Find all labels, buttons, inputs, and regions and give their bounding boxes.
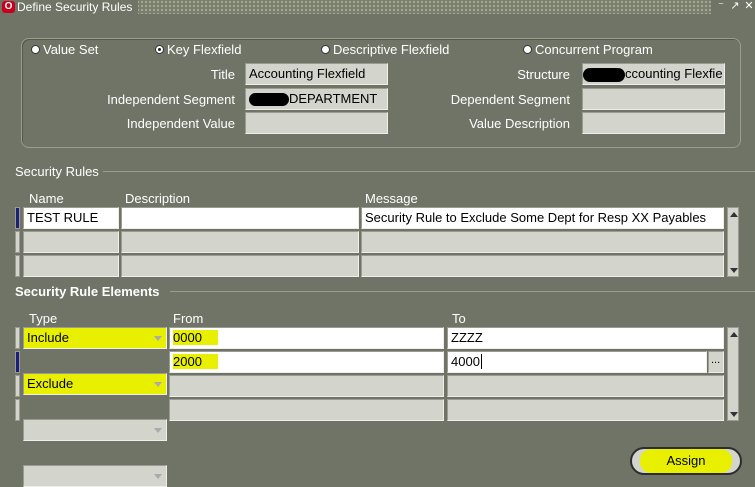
dropdown-arrow-icon[interactable] — [154, 428, 162, 433]
rule-description-field[interactable] — [121, 207, 359, 229]
to-value: 4000 — [451, 354, 480, 369]
rule-name-field[interactable] — [23, 255, 119, 277]
window-title-area: O Define Security Rules — [0, 0, 139, 14]
from-value: 0000 — [173, 330, 218, 345]
independent-segment-value: DEPARTMENT — [289, 91, 378, 106]
rules-scrollbar[interactable] — [727, 207, 739, 277]
from-field[interactable] — [169, 399, 444, 421]
type-value: Include — [27, 330, 69, 345]
structure-field[interactable]: ccounting Flexfie — [582, 63, 725, 85]
from-value: 2000 — [173, 354, 218, 369]
dropdown-arrow-icon[interactable] — [154, 336, 162, 341]
radio-concurrent-program[interactable]: Concurrent Program — [523, 42, 653, 57]
elements-scrollbar[interactable] — [727, 327, 739, 421]
title-field[interactable]: Accounting Flexfield — [245, 63, 388, 85]
minimize-icon[interactable]: ⁻ — [715, 0, 727, 13]
column-header-message: Message — [365, 191, 418, 206]
independent-value-label: Independent Value — [126, 116, 235, 131]
assign-button[interactable]: Assign — [630, 447, 742, 475]
rule-name-field[interactable]: TEST RULE — [23, 207, 119, 229]
security-rules-title: Security Rules — [15, 164, 103, 179]
structure-label: Structure — [517, 67, 570, 82]
radio-descriptive-flexfield[interactable]: Descriptive Flexfield — [321, 42, 449, 57]
from-field[interactable]: 0000 — [169, 327, 444, 349]
type-dropdown[interactable]: Include — [23, 327, 167, 349]
scroll-track[interactable] — [728, 340, 738, 408]
independent-segment-label: Independent Segment — [107, 92, 235, 107]
radio-label: Concurrent Program — [535, 42, 653, 57]
rule-description-field[interactable] — [121, 231, 359, 253]
radio-icon[interactable] — [523, 45, 532, 54]
record-indicator-current[interactable] — [15, 351, 20, 373]
to-field[interactable]: ZZZZ — [447, 327, 724, 349]
radio-value-set[interactable]: Value Set — [31, 42, 98, 57]
radio-label: Key Flexfield — [167, 42, 242, 57]
redacted-mark — [583, 67, 625, 82]
record-indicator[interactable] — [15, 327, 20, 349]
independent-value-field[interactable] — [245, 112, 388, 134]
radio-label: Value Set — [43, 42, 99, 57]
scroll-track[interactable] — [728, 220, 738, 264]
record-indicator[interactable] — [15, 231, 20, 253]
record-indicator[interactable] — [15, 375, 20, 397]
type-value: Exclude — [27, 376, 74, 391]
column-header-from: From — [173, 311, 204, 326]
independent-segment-field[interactable]: DEPARTMENT — [245, 88, 388, 110]
column-header-description: Description — [125, 191, 191, 206]
type-dropdown[interactable] — [23, 465, 167, 487]
column-header-to: To — [452, 311, 466, 326]
section-divider — [170, 291, 755, 292]
radio-selected-icon[interactable] — [155, 45, 164, 54]
dependent-segment-label: Dependent Segment — [450, 92, 570, 107]
oracle-logo-icon: O — [2, 1, 15, 13]
dependent-segment-field[interactable] — [582, 88, 725, 110]
restore-icon[interactable]: ↗ — [729, 0, 741, 13]
rule-elements-title: Security Rule Elements — [15, 284, 164, 299]
record-indicator-current[interactable] — [15, 207, 20, 229]
structure-value: ccounting Flexfie — [625, 66, 723, 81]
record-indicator[interactable] — [15, 399, 20, 421]
assign-label: Assign — [640, 449, 732, 473]
column-header-type: Type — [29, 311, 58, 326]
to-field[interactable] — [447, 375, 724, 397]
text-cursor — [480, 354, 482, 369]
window-title: Define Security Rules — [17, 0, 133, 14]
scroll-down-icon[interactable] — [728, 264, 740, 276]
to-field[interactable]: 4000 — [447, 351, 707, 373]
value-description-field[interactable] — [582, 112, 725, 134]
rule-description-field[interactable] — [121, 255, 359, 277]
value-description-label: Value Description — [469, 116, 570, 131]
radio-label: Descriptive Flexfield — [333, 42, 450, 57]
dropdown-arrow-icon[interactable] — [154, 474, 162, 479]
scroll-down-icon[interactable] — [728, 408, 740, 420]
rule-name-field[interactable] — [23, 231, 119, 253]
to-field[interactable] — [447, 399, 724, 421]
window-controls: ⁻ ↗ ✕ — [711, 0, 755, 14]
section-divider — [100, 171, 755, 172]
scroll-up-icon[interactable] — [728, 328, 740, 340]
lov-button[interactable]: ... — [708, 351, 724, 373]
type-dropdown[interactable]: Exclude — [23, 373, 167, 395]
title-label: Title — [210, 67, 235, 82]
rule-message-field[interactable] — [361, 231, 724, 253]
radio-icon[interactable] — [31, 45, 40, 54]
radio-key-flexfield[interactable]: Key Flexfield — [155, 42, 241, 57]
redacted-mark — [249, 93, 289, 107]
from-field[interactable] — [169, 375, 444, 397]
from-field[interactable]: 2000 — [169, 351, 444, 373]
dropdown-arrow-icon[interactable] — [154, 382, 162, 387]
rule-message-field[interactable]: Security Rule to Exclude Some Dept for R… — [361, 207, 724, 229]
radio-icon[interactable] — [321, 45, 330, 54]
column-header-name: Name — [29, 191, 64, 206]
record-indicator[interactable] — [15, 255, 20, 277]
rule-message-field[interactable] — [361, 255, 724, 277]
type-dropdown[interactable] — [23, 419, 167, 441]
close-icon[interactable]: ✕ — [743, 0, 755, 13]
scroll-up-icon[interactable] — [728, 208, 740, 220]
